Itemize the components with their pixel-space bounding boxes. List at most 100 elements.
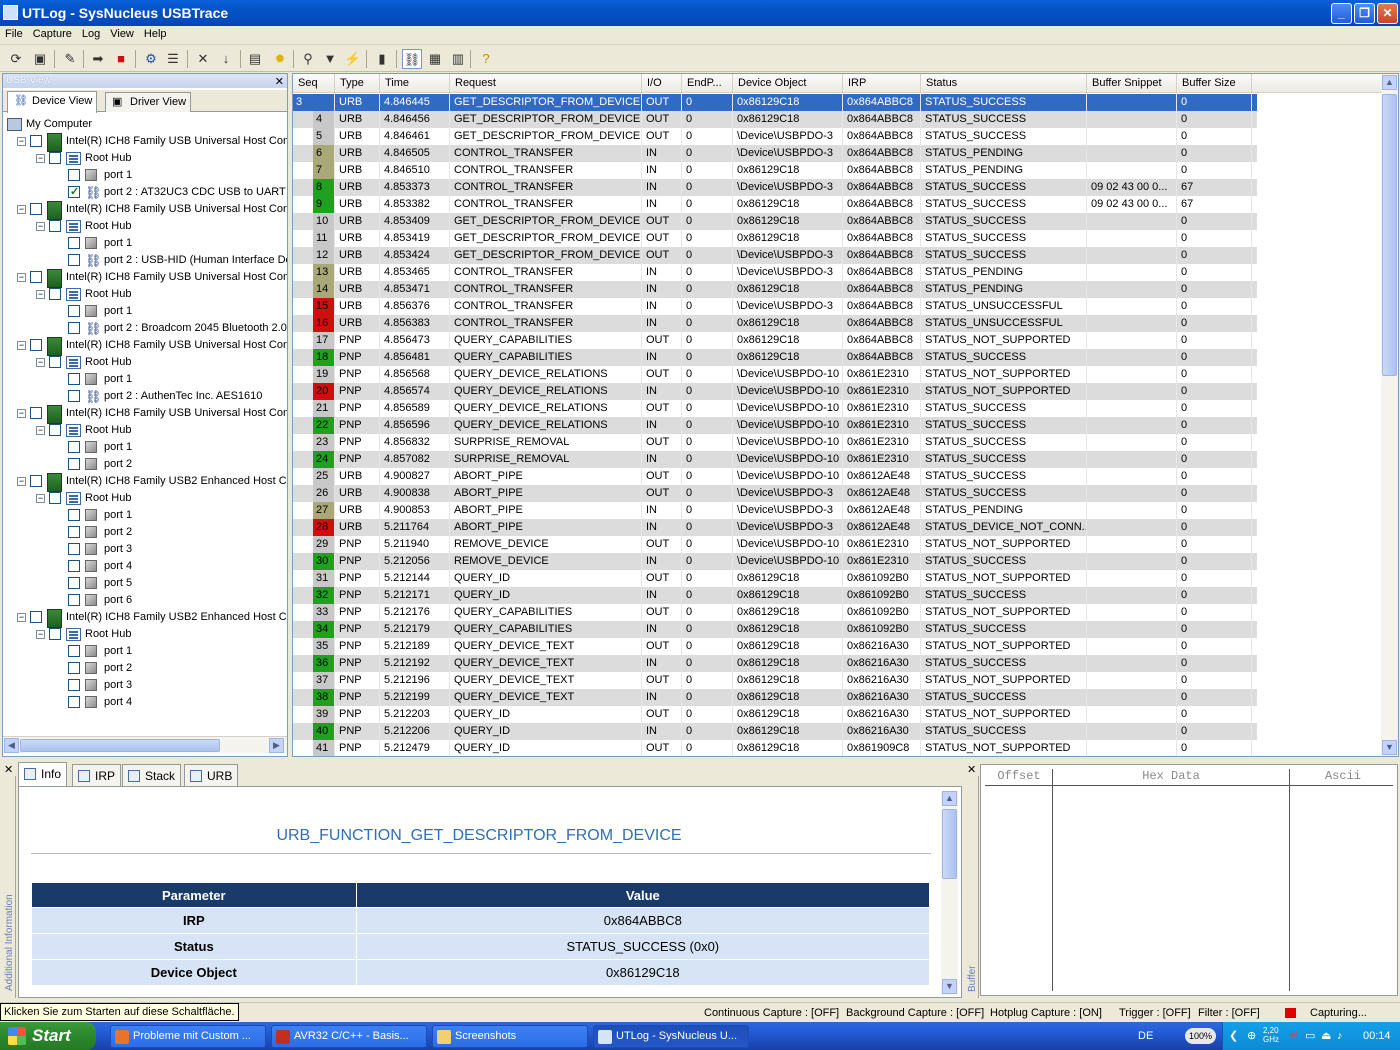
table-row[interactable]: 3 URB 4.846445 GET_DESCRIPTOR_FROM_DEVICE OU… [293, 94, 1257, 111]
tree-checkbox[interactable] [30, 475, 42, 487]
table-row[interactable]: 15 URB 4.856376 CONTROL_TRANSFER IN 0 \Device\… [293, 298, 1257, 315]
menu-capture[interactable]: Capture [28, 26, 77, 40]
table-row[interactable]: 9 URB 4.853382 CONTROL_TRANSFER IN 0 0x86129C1… [293, 196, 1257, 213]
tree-node-port[interactable]: port 3 [3, 677, 287, 694]
security-icon[interactable]: ⛨ [1289, 1022, 1297, 1050]
tree-checkbox[interactable] [68, 322, 80, 334]
table-row[interactable]: 24 PNP 4.857082 SURPRISE_REMOVAL IN 0 \Device\… [293, 451, 1257, 468]
chart-icon[interactable]: ▮ [372, 49, 392, 69]
maximize-button[interactable]: ❐ [1354, 3, 1375, 24]
tab-info[interactable]: Info [18, 762, 68, 786]
tree-checkbox[interactable] [30, 611, 42, 623]
table-row[interactable]: 8 URB 4.853373 CONTROL_TRANSFER IN 0 \Device\U… [293, 179, 1257, 196]
collapse-icon[interactable]: − [17, 137, 26, 146]
collapse-icon[interactable]: − [17, 613, 26, 622]
table-row[interactable]: 40 PNP 5.212206 QUERY_ID IN 0 0x86129C18 0x8621… [293, 723, 1257, 740]
scroll-down-arrow[interactable]: ▼ [942, 979, 957, 994]
taskbar-item-utlog[interactable]: UTLog - SysNucleus U... [593, 1025, 749, 1048]
filter-icon[interactable]: ▼ [320, 49, 340, 69]
save-icon[interactable]: ▣ [30, 49, 50, 69]
tree-checkbox[interactable] [68, 543, 80, 555]
column-header[interactable]: Status [921, 74, 1087, 93]
table-row[interactable]: 28 URB 5.211764 ABORT_PIPE IN 0 \Device\USBPDO… [293, 519, 1257, 536]
tree-node-port[interactable]: port 1 [3, 439, 287, 456]
tab-driver-view[interactable]: ▣ Driver View [105, 92, 192, 112]
tree-node-hub[interactable]: − Root Hub [3, 422, 287, 439]
column-header[interactable]: Device Object [733, 74, 843, 93]
column-header[interactable]: EndP... [682, 74, 733, 93]
tree-checkbox[interactable] [68, 645, 80, 657]
collapse-icon[interactable]: − [17, 477, 26, 486]
table-row[interactable]: 26 URB 4.900838 ABORT_PIPE OUT 0 \Device\USBPD… [293, 485, 1257, 502]
list-icon[interactable]: ☰ [163, 49, 183, 69]
tree-node-dev[interactable]: ⛓ port 2 : Broadcom 2045 Bluetooth 2.0 [3, 320, 287, 337]
tree-checkbox[interactable] [68, 458, 80, 470]
tree-checkbox[interactable] [49, 220, 61, 232]
collapse-icon[interactable]: − [17, 205, 26, 214]
tree-checkbox[interactable] [49, 288, 61, 300]
table-row[interactable]: 10 URB 4.853409 GET_DESCRIPTOR_FROM_DEVICE O… [293, 213, 1257, 230]
column-header[interactable]: IRP [843, 74, 921, 93]
column-header[interactable]: Buffer Size [1177, 74, 1252, 93]
tree-checkbox[interactable] [68, 509, 80, 521]
scroll-down-arrow[interactable]: ▼ [1382, 740, 1397, 755]
tree-node-hc[interactable]: − Intel(R) ICH8 Family USB Universal Host… [3, 269, 287, 288]
tree-checkbox[interactable] [68, 441, 80, 453]
tree-node-dev[interactable]: ⛓port 2 : AT32UC3 CDC USB to UART [3, 184, 287, 201]
column-header[interactable]: Seq [293, 74, 335, 93]
tree-node-hub[interactable]: − Root Hub [3, 150, 287, 167]
tree-checkbox[interactable] [68, 305, 80, 317]
taskbar-item-screenshots[interactable]: Screenshots [432, 1025, 588, 1048]
tree-checkbox[interactable] [30, 407, 42, 419]
table-row[interactable]: 13 URB 4.853465 CONTROL_TRANSFER IN 0 \Device\… [293, 264, 1257, 281]
taskbar-item-firefox[interactable]: Probleme mit Custom ... [110, 1025, 266, 1048]
scroll-up-arrow[interactable]: ▲ [1382, 75, 1397, 90]
tree-checkbox[interactable] [68, 169, 80, 181]
table-row[interactable]: 22 PNP 4.856596 QUERY_DEVICE_RELATIONS IN 0 \D… [293, 417, 1257, 434]
minimize-button[interactable]: _ [1331, 3, 1352, 24]
tree-node-port[interactable]: port 2 [3, 456, 287, 473]
device-icon[interactable]: ▭ [1305, 1022, 1315, 1050]
table-row[interactable]: 34 PNP 5.212179 QUERY_CAPABILITIES IN 0 0x8612… [293, 621, 1257, 638]
collapse-icon[interactable]: − [17, 341, 26, 350]
scroll-thumb[interactable] [20, 739, 220, 752]
table-row[interactable]: 35 PNP 5.212189 QUERY_DEVICE_TEXT OUT 0 0x8612… [293, 638, 1257, 655]
table-row[interactable]: 30 PNP 5.212056 REMOVE_DEVICE IN 0 \Device\USB… [293, 553, 1257, 570]
tree-node-hub[interactable]: − Root Hub [3, 626, 287, 643]
tray-arrow-icon[interactable]: ❮ [1229, 1022, 1238, 1050]
scroll-thumb[interactable] [942, 809, 957, 879]
tree-checkbox[interactable] [49, 152, 61, 164]
tree-node-hc[interactable]: − Intel(R) ICH8 Family USB2 Enhanced Host… [3, 609, 287, 628]
tree-checkbox[interactable] [68, 679, 80, 691]
tree-node-dev[interactable]: ⛓port 2 : USB-HID (Human Interface Devic… [3, 252, 287, 269]
help-icon[interactable]: ? [476, 49, 496, 69]
table-row[interactable]: 7 URB 4.846510 CONTROL_TRANSFER IN 0 0x86129C1… [293, 162, 1257, 179]
zoom-indicator[interactable]: 100% [1185, 1028, 1217, 1044]
tree-checkbox[interactable] [30, 135, 42, 147]
tree-checkbox[interactable] [68, 526, 80, 538]
tree-checkbox[interactable] [68, 237, 80, 249]
scroll-thumb[interactable] [1382, 94, 1397, 376]
tree-node-hub[interactable]: − Root Hub [3, 218, 287, 235]
column-header[interactable]: Request [450, 74, 642, 93]
tree-node-hc[interactable]: − Intel(R) ICH8 Family USB Universal Host… [3, 337, 287, 356]
tree-node-port[interactable]: port 1 [3, 235, 287, 252]
column-header[interactable]: Type [335, 74, 380, 93]
tree-node-hc[interactable]: − Intel(R) ICH8 Family USB Universal Host… [3, 201, 287, 220]
table-row[interactable]: 5 URB 4.846461 GET_DESCRIPTOR_FROM_DEVICE OU… [293, 128, 1257, 145]
safely-remove-icon[interactable]: ⏏ [1321, 1022, 1331, 1050]
tree-checkbox[interactable] [68, 560, 80, 572]
tree-node-port[interactable]: port 1 [3, 303, 287, 320]
table-row[interactable]: 33 PNP 5.212176 QUERY_CAPABILITIES OUT 0 0x861… [293, 604, 1257, 621]
taskbar-item-avr32[interactable]: AVR32 C/C++ - Basis... [271, 1025, 427, 1048]
language-indicator[interactable]: DE [1138, 1022, 1153, 1050]
table-row[interactable]: 6 URB 4.846505 CONTROL_TRANSFER IN 0 \Device\U… [293, 145, 1257, 162]
tree-checkbox[interactable] [68, 373, 80, 385]
tree-node-hub[interactable]: − Root Hub [3, 354, 287, 371]
table-row[interactable]: 39 PNP 5.212203 QUERY_ID OUT 0 0x86129C18 0x862… [293, 706, 1257, 723]
tree-node-port[interactable]: port 5 [3, 575, 287, 592]
tree-node-port[interactable]: port 2 [3, 524, 287, 541]
tree-checkbox[interactable] [30, 271, 42, 283]
properties-icon[interactable]: ▤ [245, 49, 265, 69]
tree-checkbox[interactable] [30, 339, 42, 351]
